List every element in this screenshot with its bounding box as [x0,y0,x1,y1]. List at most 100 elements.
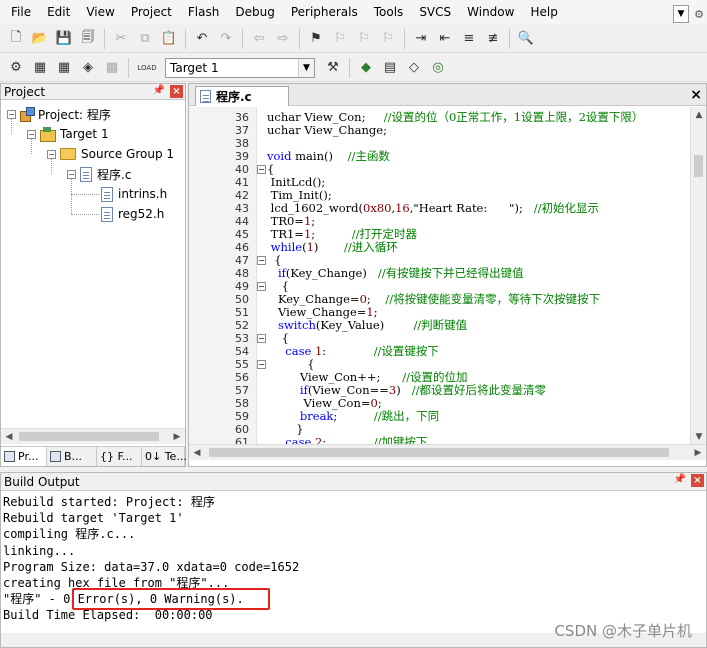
select-packs-icon[interactable]: ▤ [379,57,401,79]
code-line[interactable]: 44 TR0=1; [189,215,689,229]
menu-view[interactable]: View [78,0,122,24]
scroll-left-icon[interactable]: ◀ [1,429,17,444]
code-line[interactable]: 57 if(View_Con==3) //都设置好后将此变量清零 [189,384,689,398]
menu-edit[interactable]: Edit [39,0,78,24]
unindent-icon[interactable]: ⇤ [434,28,456,50]
editor-vscrollbar[interactable]: ▲ ▼ [690,107,706,444]
pin-icon[interactable]: 📌 [674,474,686,485]
fold-toggle-icon[interactable]: − [257,282,266,291]
toolbar-dropdown-button[interactable]: ▼ [673,5,689,23]
tab-functions[interactable]: {} F... [97,447,142,466]
build-icon[interactable]: ▦ [29,57,51,79]
code-line[interactable]: 38 [189,137,689,150]
close-icon[interactable]: × [170,85,183,98]
scroll-down-icon[interactable]: ▼ [691,429,707,444]
menu-debug[interactable]: Debug [227,0,282,24]
comment-icon[interactable]: ≡ [458,28,480,50]
bookmark-icon[interactable]: ⚑ [305,28,327,50]
collapse-icon[interactable]: − [67,169,76,179]
scroll-right-icon[interactable]: ▶ [690,445,706,460]
menu-project[interactable]: Project [123,0,180,24]
chevron-down-icon[interactable]: ▼ [298,58,314,77]
menu-svcs[interactable]: SVCS [411,0,459,24]
find-in-files-icon[interactable]: 🔍 [515,28,537,50]
fold-toggle-icon[interactable]: − [257,334,266,343]
scroll-right-icon[interactable]: ▶ [169,429,185,444]
compile-icon[interactable]: ⚙ [5,57,27,79]
code-line[interactable]: 54 case 1: //设置键按下 [189,345,689,359]
tab-templates[interactable]: 0↓ Te... [142,447,187,466]
collapse-icon[interactable]: − [7,109,16,119]
toolbar-overflow-icon[interactable]: ⚙ [691,5,707,23]
editor-hscrollbar[interactable]: ◀ ▶ [189,444,706,460]
scroll-left-icon[interactable]: ◀ [189,445,205,460]
fold-toggle-icon[interactable]: − [257,360,266,369]
tree-item[interactable]: reg52.h [101,205,164,223]
scroll-thumb[interactable] [694,155,703,177]
code-line[interactable]: 48 if(Key_Change) //有按键按下并已经得出键值 [189,267,689,281]
target-select[interactable]: Target 1 ▼ [165,57,315,78]
code-line[interactable]: 52 switch(Key_Value) //判断键值 [189,319,689,333]
uncomment-icon[interactable]: ≢ [482,28,504,50]
pin-icon[interactable]: 📌 [153,85,165,96]
code-area[interactable]: 36 uchar View_Con; //设置的位（0正常工作，1设置上限，2设置… [189,107,689,444]
project-hscrollbar[interactable]: ◀ ▶ [1,428,185,444]
code-line[interactable]: 46 while(1) //进入循环 [189,241,689,255]
undo-icon[interactable]: ↶ [191,28,213,50]
code-line[interactable]: 39 void main() //主函数 [189,150,689,164]
stop-build-icon[interactable]: ▩ [101,57,123,79]
new-file-icon[interactable]: 🗋 [5,28,27,50]
manage-components-icon[interactable]: ◆ [355,57,377,79]
code-line[interactable]: 45 TR1=1; //打开定时器 [189,228,689,242]
nav-forward-icon[interactable]: ⇨ [272,28,294,50]
tab-project[interactable]: Pr... [1,447,47,466]
pack-installer-icon[interactable]: ◇ [403,57,425,79]
code-line[interactable]: 53− { [189,332,689,346]
tree-item[interactable]: − Project: 程序 [7,105,111,123]
menu-window[interactable]: Window [459,0,522,24]
collapse-icon[interactable]: − [47,149,56,159]
collapse-icon[interactable]: − [27,129,36,139]
open-folder-icon[interactable]: 📂 [29,28,51,50]
code-line[interactable]: 41 InitLcd(); [189,176,689,190]
editor-tab-file[interactable]: 程序.c [195,86,289,106]
close-icon[interactable]: × [691,474,704,487]
fold-toggle-icon[interactable]: − [257,256,266,265]
save-all-icon[interactable]: 🗐 [77,28,99,50]
code-line[interactable]: 60 } [189,423,689,437]
scroll-thumb[interactable] [209,448,669,457]
code-line[interactable]: 43 lcd_1602_word(0x80,16,"Heart Rate: ")… [189,202,689,216]
menu-flash[interactable]: Flash [180,0,227,24]
tab-books[interactable]: B... [47,447,97,466]
bookmark-clear-icon[interactable]: ⚐ [377,28,399,50]
tree-item[interactable]: intrins.h [101,185,167,203]
config-icon[interactable]: ◎ [427,57,449,79]
bookmark-prev-icon[interactable]: ⚐ [329,28,351,50]
download-icon[interactable]: LOAD [134,57,160,79]
code-line[interactable]: 61 case 2: //加键按下 [189,436,689,445]
code-line[interactable]: 50 Key_Change=0; //将按键使能变量清零，等待下次按键按下 [189,293,689,307]
nav-back-icon[interactable]: ⇦ [248,28,270,50]
code-line[interactable]: 36 uchar View_Con; //设置的位（0正常工作，1设置上限，2设置… [189,111,689,125]
menu-help[interactable]: Help [522,0,565,24]
rebuild-icon[interactable]: ▦ [53,57,75,79]
tree-item[interactable]: − 程序.c [67,165,131,183]
indent-icon[interactable]: ⇥ [410,28,432,50]
code-line[interactable]: 59 break; //跳出，下同 [189,410,689,424]
code-line[interactable]: 37 uchar View_Change; [189,124,689,138]
scroll-up-icon[interactable]: ▲ [691,107,707,122]
cut-icon[interactable]: ✂ [110,28,132,50]
scroll-thumb[interactable] [19,432,159,441]
tree-item[interactable]: − Source Group 1 [47,145,174,163]
paste-icon[interactable]: 📋 [158,28,180,50]
batch-build-icon[interactable]: ◈ [77,57,99,79]
menu-file[interactable]: File [3,0,39,24]
save-icon[interactable]: 💾 [53,28,75,50]
code-line[interactable]: 40−{ [189,163,689,177]
redo-icon[interactable]: ↷ [215,28,237,50]
fold-toggle-icon[interactable]: − [257,165,266,174]
menu-tools[interactable]: Tools [366,0,412,24]
copy-icon[interactable]: ⧉ [134,28,156,50]
bookmark-next-icon[interactable]: ⚐ [353,28,375,50]
tree-item[interactable]: − Target 1 [27,125,109,143]
